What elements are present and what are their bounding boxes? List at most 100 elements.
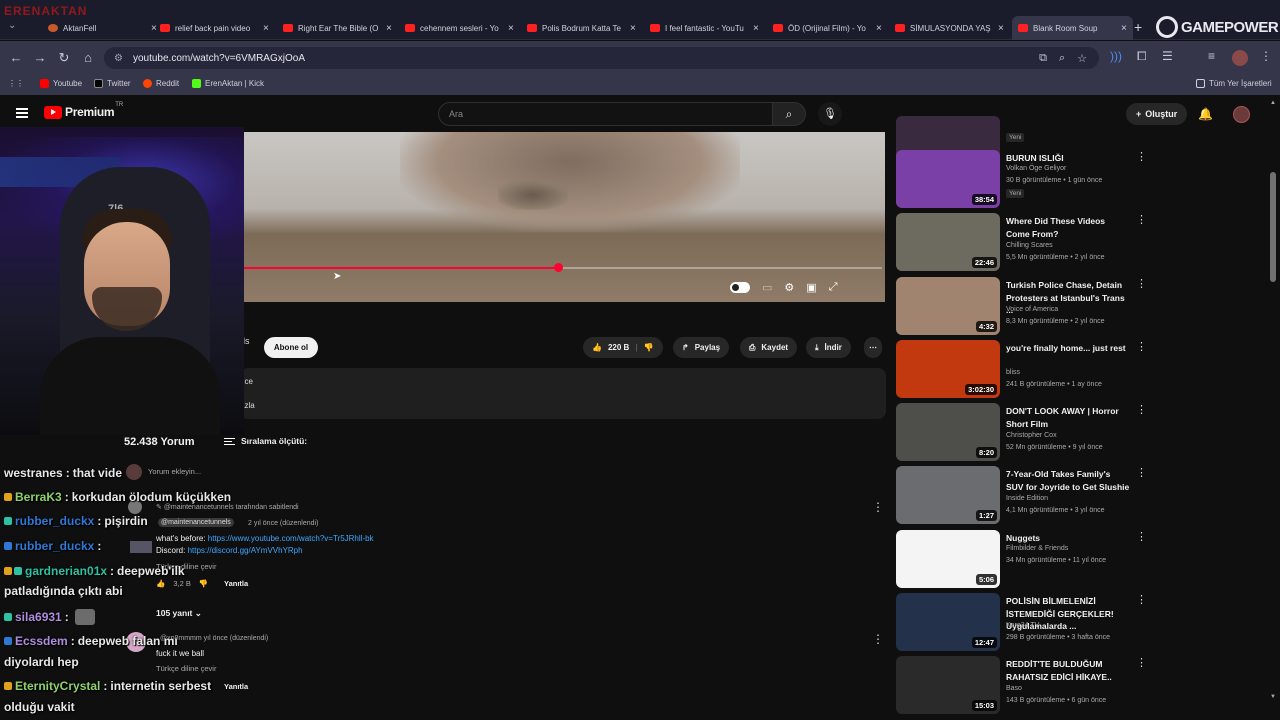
close-tab-icon[interactable]: × (753, 23, 759, 34)
comment-menu-icon[interactable]: ⋮ (872, 500, 884, 514)
subtitles-icon[interactable]: ▭ (762, 281, 772, 294)
recommended-video[interactable]: 12:47 POLİSİN BİLMELENİZİ İSTEMEDİĞİ GERÇ… (896, 593, 1156, 653)
address-bar[interactable]: ⚙ youtube.com/watch?v=6VMRAGxjOoA ⧉ ⌕ ☆ (104, 47, 1099, 69)
download-button[interactable]: ⤓ İndir (806, 337, 851, 358)
video-menu-icon[interactable]: ⋮ (1136, 277, 1147, 290)
close-tab-icon[interactable]: × (998, 23, 1004, 34)
recommended-video[interactable]: 15:03 REDDİT'TE BULDUĞUM RAHATSIZ EDİCİ H… (896, 656, 1156, 716)
bookmark-star-icon[interactable]: ☆ (1077, 52, 1087, 65)
reading-icon[interactable]: ☰ (1162, 49, 1173, 63)
channel-name[interactable]: Volkan Öge Geliyor (1006, 165, 1066, 172)
reload-icon[interactable]: ↻ (56, 50, 72, 66)
miniplayer-icon[interactable]: ▣ (806, 281, 816, 294)
all-bookmarks[interactable]: Tüm Yer İşaretleri (1196, 79, 1272, 88)
extensions-icon[interactable]: ⧠ (1137, 49, 1147, 64)
like-count[interactable]: 220 B (608, 343, 629, 352)
channel-name[interactable]: Chilling Scares (1006, 242, 1053, 249)
recommended-video[interactable]: 8:20 DON'T LOOK AWAY | Horror Short Film C… (896, 403, 1156, 463)
channel-name[interactable]: Inside Edition (1006, 495, 1048, 502)
account-avatar[interactable] (1233, 106, 1250, 123)
video-title[interactable]: Nuggets (1006, 532, 1130, 545)
browser-tab[interactable]: Right Ear The Bible (O × (283, 18, 392, 38)
comment-menu-icon[interactable]: ⋮ (872, 632, 884, 646)
channel-name[interactable]: Baso (1006, 685, 1022, 692)
new-tab-button[interactable]: + (1134, 19, 1142, 35)
description-box[interactable]: nce azla (240, 368, 886, 419)
fullscreen-icon[interactable]: ⤢ (829, 281, 838, 294)
recommended-video[interactable]: 5:06 Nuggets Filmbilder & Friends 34 Mn gör… (896, 530, 1156, 590)
video-title[interactable]: REDDİT'TE BULDUĞUM RAHATSIZ EDİCİ HİKAYE… (1006, 658, 1130, 683)
video-title[interactable]: 7-Year-Old Takes Family's SUV for Joyrid… (1006, 468, 1130, 493)
channel-name[interactable]: Christopher Cox (1006, 432, 1057, 439)
video-thumbnail[interactable]: 8:20 (896, 403, 1000, 461)
video-thumbnail[interactable]: 5:06 (896, 530, 1000, 588)
bookmark-youtube[interactable]: Youtube (40, 79, 82, 88)
home-icon[interactable]: ⌂ (80, 50, 96, 65)
browser-tab[interactable]: SİMULASYONDA YAŞ × (895, 18, 1004, 38)
scroll-up-arrow-icon[interactable]: ▲ (1270, 100, 1276, 106)
video-menu-icon[interactable]: ⋮ (1136, 656, 1147, 669)
video-thumbnail[interactable]: 38:54 (896, 150, 1000, 208)
close-tab-icon[interactable]: × (630, 23, 636, 34)
browser-tab[interactable]: ÖD (Orijinal Film) - Yo × (773, 18, 882, 38)
browser-tab[interactable]: Polis Bodrum Katta Te × (527, 18, 636, 38)
close-tab-icon[interactable]: × (151, 23, 157, 34)
close-tab-icon[interactable]: × (386, 23, 392, 34)
bookmark-twitter[interactable]: Twitter (94, 79, 131, 88)
tab-manager-icon[interactable]: ≡ (1208, 49, 1215, 63)
video-thumbnail[interactable]: 3:02:30 (896, 340, 1000, 398)
forward-icon[interactable]: → (32, 50, 48, 65)
video-title[interactable]: Where Did These Videos Come From? (1006, 215, 1130, 240)
close-tab-icon[interactable]: × (263, 23, 269, 34)
youtube-premium-logo[interactable]: Premium TR (44, 102, 123, 119)
browser-tab[interactable]: AktanFell × (48, 18, 157, 38)
video-menu-icon[interactable]: ⋮ (1136, 530, 1147, 543)
install-app-icon[interactable]: ⧉ (1039, 52, 1047, 65)
site-info-icon[interactable]: ⚙ (114, 53, 123, 64)
profile-avatar[interactable] (1232, 50, 1248, 69)
search-icon[interactable]: ⌕ (772, 102, 806, 126)
audio-indicator-icon[interactable]: ))) (1110, 49, 1122, 63)
like-icon[interactable]: 👍 (592, 343, 602, 352)
recommended-video[interactable]: 1:27 7-Year-Old Takes Family's SUV for Jo… (896, 466, 1156, 526)
channel-name[interactable]: Kare34 TV (1006, 622, 1039, 629)
save-button[interactable]: ⎙ Kaydet (740, 337, 798, 358)
browser-tab[interactable]: cehennem sesleri - Yo × (405, 18, 514, 38)
menu-kebab-icon[interactable]: ⋮ (1260, 49, 1272, 63)
video-thumbnail[interactable]: 12:47 (896, 593, 1000, 651)
channel-name[interactable]: Voice of America (1006, 306, 1058, 313)
video-title[interactable]: BURUN ISLIĞI (1006, 152, 1130, 165)
browser-tab[interactable]: I feel fantastic - YouTu × (650, 18, 759, 38)
close-tab-icon[interactable]: × (876, 23, 882, 34)
video-menu-icon[interactable]: ⋮ (1136, 466, 1147, 479)
video-title[interactable]: DON'T LOOK AWAY | Horror Short Film (1006, 405, 1130, 430)
autoplay-toggle[interactable] (730, 281, 750, 293)
video-thumbnail[interactable]: 15:03 (896, 656, 1000, 714)
video-menu-icon[interactable]: ⋮ (1136, 403, 1147, 416)
page-scrollbar[interactable] (1270, 172, 1276, 282)
sort-comments-button[interactable]: Sıralama ölçütü: (224, 436, 307, 446)
close-tab-icon[interactable]: × (1121, 23, 1127, 34)
guide-menu-icon[interactable] (16, 108, 28, 118)
video-thumbnail[interactable]: 1:27 (896, 466, 1000, 524)
zoom-icon[interactable]: ⌕ (1059, 52, 1065, 65)
back-icon[interactable]: ← (8, 50, 24, 65)
video-menu-icon[interactable]: ⋮ (1136, 593, 1147, 606)
notifications-bell-icon[interactable]: 🔔 (1198, 107, 1213, 121)
recommended-video[interactable]: 3:02:30 you're finally home... just rest b… (896, 340, 1156, 400)
subscribe-button[interactable]: Abone ol (264, 337, 318, 358)
channel-name[interactable]: Filmbilder & Friends (1006, 545, 1068, 552)
video-thumbnail[interactable]: 22:46 (896, 213, 1000, 271)
settings-gear-icon[interactable]: ⚙ (784, 281, 794, 294)
browser-tab[interactable]: Blank Room Soup × (1012, 16, 1133, 40)
scroll-down-arrow-icon[interactable]: ▼ (1270, 694, 1276, 700)
voice-search-icon[interactable]: 🎙 (818, 102, 842, 126)
tab-search-dropdown-icon[interactable]: ⌄ (8, 20, 20, 32)
recommended-video[interactable]: 22:46 Where Did These Videos Come From? Ch… (896, 213, 1156, 273)
browser-tab[interactable]: relief back pain video × (160, 18, 269, 38)
video-menu-icon[interactable]: ⋮ (1136, 150, 1147, 163)
recommended-video[interactable]: 38:54 BURUN ISLIĞI Volkan Öge Geliyor 30 B … (896, 150, 1156, 210)
share-button[interactable]: ↱ Paylaş (673, 337, 730, 358)
recommended-video[interactable]: 4:32 Turkish Police Chase, Detain Protest… (896, 277, 1156, 337)
channel-name[interactable]: bliss (1006, 369, 1020, 376)
